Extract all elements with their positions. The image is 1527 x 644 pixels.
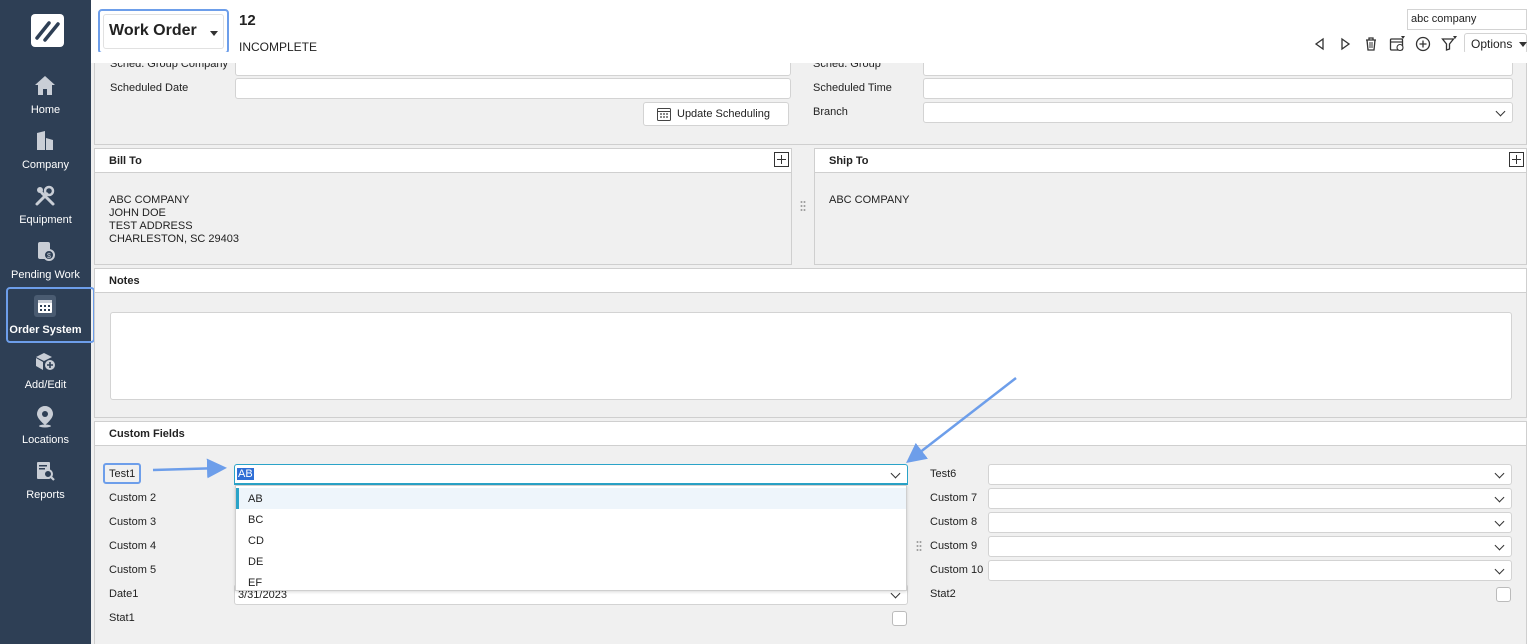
arrow-to-test1-icon xyxy=(152,458,227,479)
arrow-to-dropdown-icon xyxy=(906,377,1017,464)
annotation-arrows xyxy=(152,377,1017,479)
